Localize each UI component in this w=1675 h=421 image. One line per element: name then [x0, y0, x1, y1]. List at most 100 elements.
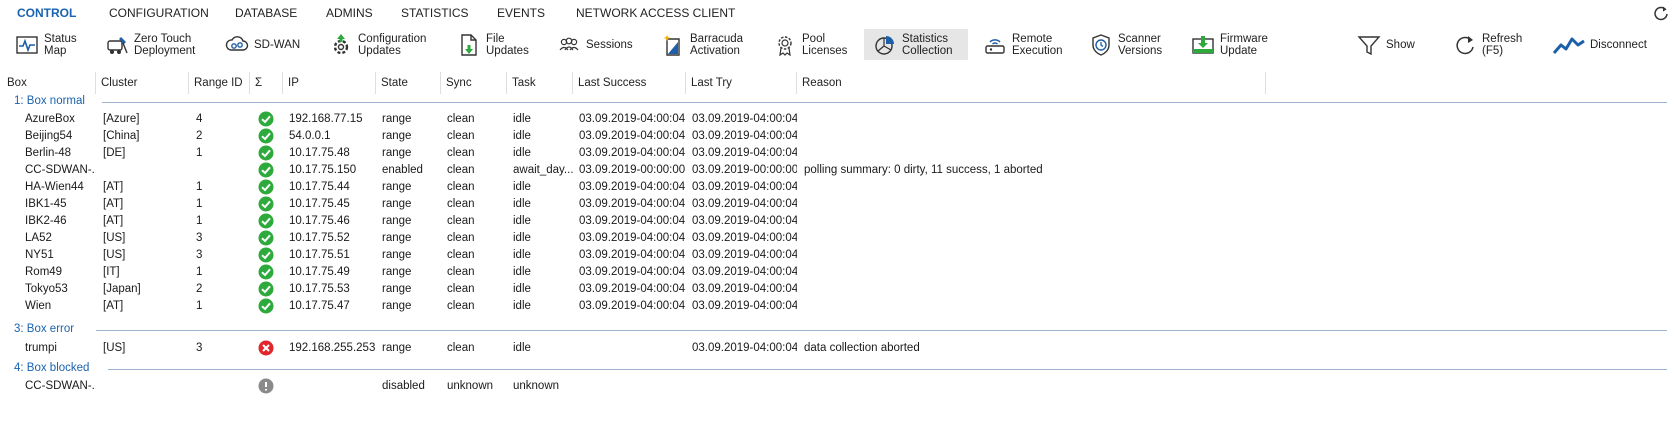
cell-last-try: 03.09.2019-04:00:04 [692, 266, 797, 278]
cell-state: range [382, 147, 412, 159]
zero-touch-deployment-label: Zero Touch Deployment [134, 32, 196, 57]
cell-ip: 10.17.75.150 [289, 164, 357, 176]
status-ok-icon [258, 128, 274, 144]
cell-cluster: [AT] [103, 181, 124, 193]
activation-icon [660, 32, 686, 58]
firmware-update-icon [1190, 32, 1216, 58]
cell-task: idle [513, 249, 531, 261]
table-row[interactable]: Beijing54 [China] 2 54.0.0.1 range clean idle 0… [0, 127, 1675, 145]
table-row[interactable]: CC-SDWAN-... disabled unknown unknown [0, 377, 1675, 395]
table-row[interactable]: Tokyo53 [Japan] 2 10.17.75.53 range clean idle… [0, 280, 1675, 298]
cell-task: unknown [513, 380, 560, 392]
cell-box: CC-SDWAN-... [25, 380, 96, 392]
cell-reason [804, 280, 1267, 298]
table-row[interactable]: LA52 [US] 3 10.17.75.52 range clean idle 03.09.… [0, 229, 1675, 247]
cell-box: LA52 [25, 232, 52, 244]
table-row[interactable]: Wien [AT] 1 10.17.75.47 range clean idle 03.09.… [0, 297, 1675, 315]
nav-tab-control[interactable]: CONTROL [17, 6, 76, 20]
cell-state: range [382, 113, 412, 125]
cell-range-id: 1 [196, 300, 203, 312]
cell-reason [804, 212, 1267, 230]
cell-last-success: 03.09.2019-00:00:00 [579, 164, 686, 176]
nav-tab-configuration[interactable]: CONFIGURATION [109, 6, 209, 20]
nav-tab-admins[interactable]: ADMINS [326, 6, 373, 20]
column-header-box[interactable]: Box [2, 72, 96, 94]
column-header-sync[interactable]: Sync [441, 72, 507, 94]
cell-cluster: [US] [103, 232, 126, 244]
show-filter-button[interactable]: Show [1356, 29, 1420, 60]
pool-licenses-button[interactable]: Pool Licenses [772, 29, 852, 60]
cell-ip: 10.17.75.47 [289, 300, 350, 312]
column-header-last-try[interactable]: Last Try [686, 72, 797, 94]
cell-ip: 10.17.75.51 [289, 249, 350, 261]
cell-reason: polling summary: 0 dirty, 11 success, 1 … [804, 164, 1043, 176]
column-header-task[interactable]: Task [507, 72, 573, 94]
file-updates-label: File Updates [486, 32, 529, 57]
scanner-versions-button[interactable]: Scanner Versions [1088, 29, 1174, 60]
status-ok-icon [258, 230, 274, 246]
table-row[interactable]: Rom49 [IT] 1 10.17.75.49 range clean idle 03.09… [0, 263, 1675, 281]
table-row[interactable]: IBK1-45 [AT] 1 10.17.75.45 range clean idle 03.… [0, 195, 1675, 213]
group-header[interactable]: 4: Box blocked [0, 361, 1675, 377]
refresh-icon[interactable] [1653, 5, 1669, 21]
cell-ip: 192.168.77.15 [289, 113, 363, 125]
table-row[interactable]: HA-Wien44 [AT] 1 10.17.75.44 range clean idle 0… [0, 178, 1675, 196]
column-header-range-id[interactable]: Range ID [189, 72, 250, 94]
disconnect-button[interactable]: Disconnect [1552, 29, 1662, 60]
cell-sync: clean [447, 164, 475, 176]
cell-reason [804, 246, 1267, 264]
table-row[interactable]: Berlin-48 [DE] 1 10.17.75.48 range clean idle 0… [0, 144, 1675, 162]
sessions-button[interactable]: Sessions [556, 29, 636, 60]
table-row[interactable]: CC-SDWAN-... 10.17.75.150 enabled clean awai… [0, 161, 1675, 179]
table-row[interactable]: AzureBox [Azure] 4 192.168.77.15 range clean i… [0, 110, 1675, 128]
cell-ip: 54.0.0.1 [289, 130, 331, 142]
cell-range-id: 1 [196, 181, 203, 193]
cell-range-id: 3 [196, 249, 203, 261]
status-ok-icon [258, 213, 274, 229]
firmware-update-button[interactable]: Firmware Update [1190, 29, 1280, 60]
group-label: 3: Box error [14, 323, 75, 335]
cell-cluster: [China] [103, 130, 140, 142]
column-header-reason[interactable]: Reason [797, 72, 1266, 94]
group-header[interactable]: 3: Box error [0, 322, 1675, 338]
cell-state: range [382, 342, 412, 354]
table-row[interactable]: NY51 [US] 3 10.17.75.51 range clean idle 03.09.… [0, 246, 1675, 264]
barracuda-activation-button[interactable]: Barracuda Activation [660, 29, 750, 60]
cell-last-try: 03.09.2019-04:00:04 [692, 283, 797, 295]
remote-execution-button[interactable]: Remote Execution [982, 29, 1072, 60]
status-map-button[interactable]: Status Map [14, 29, 86, 60]
group-header[interactable]: 1: Box normal [0, 94, 1675, 110]
configuration-updates-button[interactable]: Configuration Updates [328, 29, 430, 60]
cell-box: CC-SDWAN-... [25, 164, 96, 176]
nav-tab-network-access-client[interactable]: NETWORK ACCESS CLIENT [576, 6, 735, 20]
file-updates-button[interactable]: File Updates [456, 29, 530, 60]
column-header-cluster[interactable]: Cluster [96, 72, 189, 94]
column-header-ip[interactable]: IP [283, 72, 376, 94]
statistics-collection-label: Statistics Collection [902, 32, 953, 57]
scanner-versions-label: Scanner Versions [1118, 32, 1163, 57]
refresh-button[interactable]: Refresh (F5) [1452, 29, 1528, 60]
cell-last-try [692, 377, 797, 395]
sd-wan-button[interactable]: SD-WAN [224, 29, 304, 60]
cell-last-try: 03.09.2019-04:00:04 [692, 215, 797, 227]
cell-range-id: 1 [196, 198, 203, 210]
cell-cluster: [US] [103, 249, 126, 261]
nav-tab-database[interactable]: DATABASE [235, 6, 297, 20]
column-header-state[interactable]: State [376, 72, 441, 94]
cell-sync: clean [447, 342, 475, 354]
cell-box: IBK1-45 [25, 198, 67, 210]
statistics-collection-grid: Box Cluster Range ID Σ IP State Sync Task Last S… [0, 72, 1675, 421]
cell-range-id: 3 [196, 232, 203, 244]
nav-tab-events[interactable]: EVENTS [497, 6, 545, 20]
zero-touch-deployment-button[interactable]: Zero Touch Deployment [104, 29, 200, 60]
table-row[interactable]: trumpi [US] 3 192.168.255.253 range clean idle… [0, 339, 1675, 357]
column-header-last-success[interactable]: Last Success [573, 72, 686, 94]
cell-reason [804, 297, 1267, 315]
nav-tab-statistics[interactable]: STATISTICS [401, 6, 469, 20]
column-header-sigma[interactable]: Σ [250, 72, 283, 94]
cell-task: idle [513, 300, 531, 312]
table-row[interactable]: IBK2-46 [AT] 1 10.17.75.46 range clean idle 03.… [0, 212, 1675, 230]
statistics-collection-button[interactable]: Statistics Collection [864, 29, 968, 60]
sessions-icon [556, 32, 582, 58]
cell-sync: clean [447, 249, 475, 261]
